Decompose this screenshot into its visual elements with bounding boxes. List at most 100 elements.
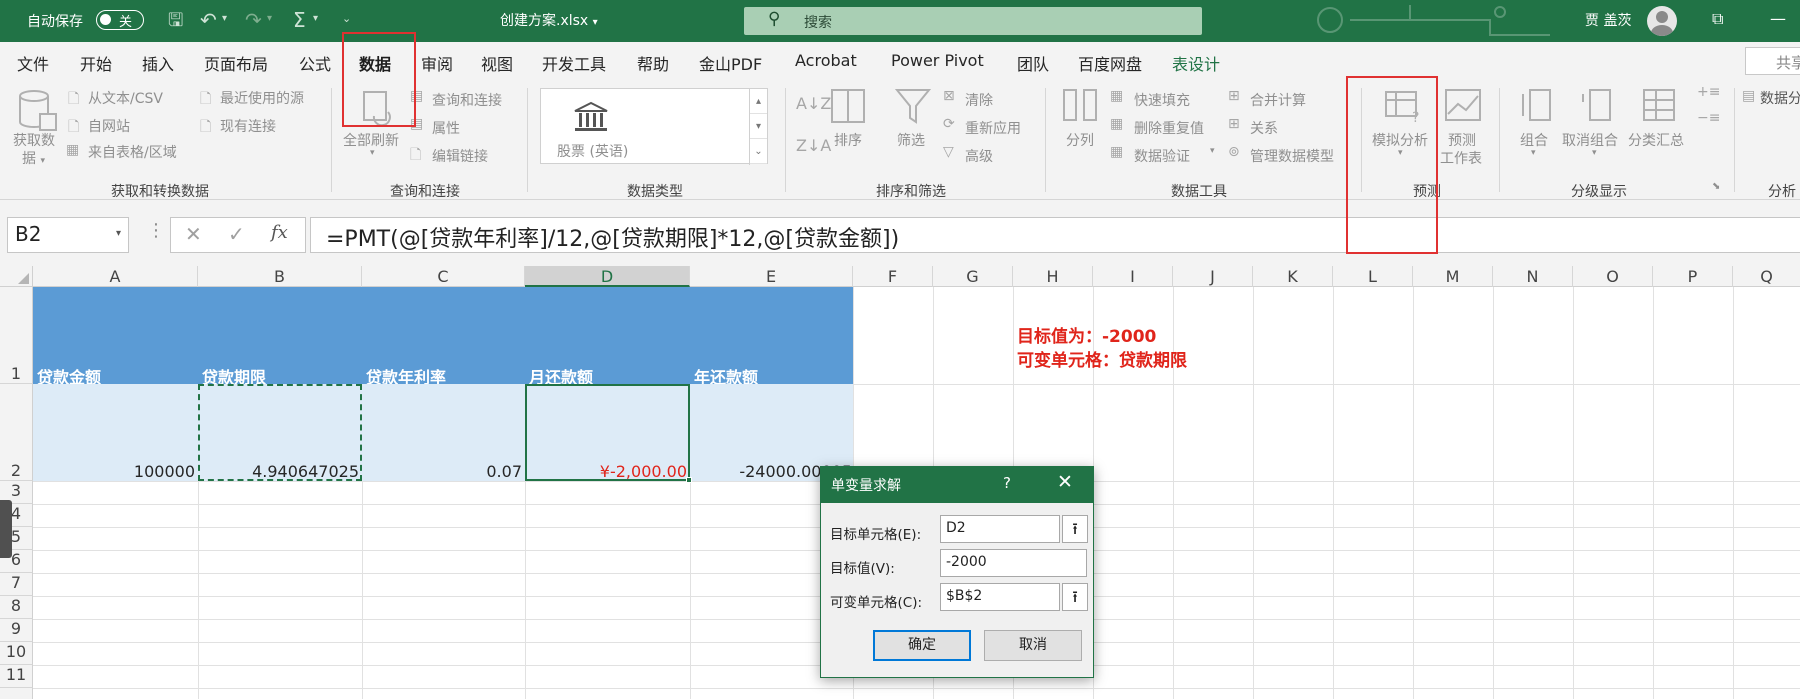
remove-duplicates-button[interactable]: 删除重复值 — [1134, 118, 1204, 138]
from-text-csv-button[interactable]: 从文本/CSV — [88, 88, 163, 108]
data-validation-button[interactable]: 数据验证 — [1134, 146, 1190, 166]
column-header-o[interactable]: O — [1573, 266, 1653, 287]
cell-c2[interactable]: 0.07 — [362, 462, 522, 481]
flash-fill-button[interactable]: 快速填充 — [1134, 90, 1190, 110]
active-cell-d2[interactable] — [525, 384, 692, 483]
forecast-sheet-label-2[interactable]: 工作表 — [1440, 148, 1482, 168]
tab-developer[interactable]: 开发工具 — [542, 51, 606, 75]
group-button[interactable]: 组合 — [1520, 130, 1548, 150]
ungroup-dropdown-icon[interactable]: ▾ — [1592, 148, 1597, 158]
row-header-7[interactable]: 7 — [0, 573, 33, 596]
cell-a2[interactable]: 100000 — [33, 462, 195, 481]
tab-home[interactable]: 开始 — [80, 51, 112, 75]
redo-dropdown-icon[interactable]: ▾ — [267, 13, 272, 24]
tab-acrobat[interactable]: Acrobat — [795, 51, 857, 70]
from-table-button[interactable]: 来自表格/区域 — [88, 142, 177, 162]
existing-connections-button[interactable]: 现有连接 — [220, 116, 276, 136]
tab-table-design[interactable]: 表设计 — [1172, 51, 1220, 75]
set-cell-picker-icon[interactable]: ⭱ — [1062, 515, 1088, 543]
save-icon[interactable]: 🖫 — [168, 8, 183, 38]
hide-detail-icon[interactable]: −≡ — [1697, 110, 1720, 126]
get-data-label[interactable]: 获取数 — [13, 130, 55, 150]
from-web-button[interactable]: 自网站 — [88, 116, 130, 136]
refresh-dropdown-icon[interactable]: ▾ — [370, 148, 375, 158]
sort-icon[interactable] — [830, 88, 866, 124]
group-icon[interactable] — [1520, 88, 1554, 124]
fill-handle[interactable] — [686, 477, 692, 483]
customize-qat-icon[interactable]: ⌄ — [342, 12, 351, 25]
tab-review[interactable]: 审阅 — [421, 51, 453, 75]
queries-connections-button[interactable]: 查询和连接 — [432, 90, 502, 110]
gallery-more-icon[interactable]: ⌄ — [750, 139, 767, 164]
autosave-toggle[interactable]: 关 — [96, 10, 144, 30]
tab-team[interactable]: 团队 — [1017, 51, 1049, 75]
column-header-c[interactable]: C — [362, 266, 525, 287]
search-box[interactable]: ⚲ 搜索 — [744, 7, 1202, 35]
clear-button[interactable]: 清除 — [965, 90, 993, 110]
column-header-g[interactable]: G — [933, 266, 1013, 287]
row-header-12[interactable] — [0, 688, 33, 699]
get-data-icon[interactable] — [18, 88, 58, 134]
data-analysis-button[interactable]: 数据分 — [1760, 88, 1800, 108]
file-name[interactable]: 创建方案.xlsx ▾ — [500, 10, 598, 30]
row-header-1[interactable]: 1 — [0, 287, 33, 384]
more-icon[interactable]: ⋮ — [147, 220, 165, 241]
what-if-analysis-icon[interactable]: ? — [1384, 88, 1424, 124]
tab-page-layout[interactable]: 页面布局 — [204, 51, 268, 75]
refresh-all-icon[interactable] — [360, 90, 394, 130]
show-detail-icon[interactable]: +≡ — [1697, 84, 1720, 100]
data-validation-dropdown-icon[interactable]: ▾ — [1210, 146, 1215, 156]
gallery-down-icon[interactable]: ▾ — [750, 114, 767, 139]
consolidate-button[interactable]: 合并计算 — [1250, 90, 1306, 110]
tab-kingsoft-pdf[interactable]: 金山PDF — [699, 51, 762, 75]
sort-za-icon[interactable]: Z↓A — [796, 136, 831, 155]
ungroup-icon[interactable] — [1580, 88, 1614, 124]
share-button[interactable]: 共享 — [1745, 47, 1800, 75]
column-header-i[interactable]: I — [1093, 266, 1173, 287]
redo-icon[interactable]: ↷ — [245, 8, 262, 32]
get-data-label-2[interactable]: 据 ▾ — [22, 148, 45, 168]
undo-dropdown-icon[interactable]: ▾ — [222, 13, 227, 24]
ribbon-display-icon[interactable]: ⧉ — [1712, 9, 1723, 29]
column-header-n[interactable]: N — [1493, 266, 1573, 287]
tab-data[interactable]: 数据 — [359, 51, 392, 83]
data-type-gallery[interactable]: 股票 (英语) ▴ ▾ ⌄ — [540, 88, 768, 165]
relationships-button[interactable]: 关系 — [1250, 118, 1278, 138]
column-header-q[interactable]: Q — [1733, 266, 1800, 287]
subtotal-icon[interactable] — [1642, 88, 1676, 124]
column-header-k[interactable]: K — [1253, 266, 1333, 287]
filter-button[interactable]: 筛选 — [897, 130, 925, 150]
column-header-m[interactable]: M — [1413, 266, 1493, 287]
name-box-dropdown-icon[interactable]: ▾ — [116, 228, 121, 239]
outline-dialog-launcher-icon[interactable]: ⬊ — [1712, 181, 1720, 192]
advanced-button[interactable]: 高级 — [965, 146, 993, 166]
formula-input[interactable]: =PMT(@[贷款年利率]/12,@[贷款期限]*12,@[贷款金额]) — [310, 217, 1800, 253]
what-if-dropdown-icon[interactable]: ▾ — [1398, 148, 1403, 158]
to-value-input[interactable]: -2000 — [940, 549, 1087, 577]
ungroup-button[interactable]: 取消组合 — [1562, 130, 1618, 150]
column-header-l[interactable]: L — [1333, 266, 1413, 287]
tab-formulas[interactable]: 公式 — [299, 51, 331, 75]
filter-icon[interactable] — [895, 88, 931, 126]
changing-cell-picker-icon[interactable]: ⭱ — [1062, 583, 1088, 611]
row-header-2[interactable]: 2 — [0, 384, 33, 481]
column-header-d[interactable]: D — [525, 266, 690, 287]
cancel-button[interactable]: 取消 — [984, 630, 1082, 661]
manage-data-model-button[interactable]: 管理数据模型 — [1250, 146, 1334, 166]
tab-power-pivot[interactable]: Power Pivot — [891, 51, 984, 70]
undo-icon[interactable]: ↶ — [200, 8, 217, 32]
gallery-scroll[interactable]: ▴ ▾ ⌄ — [749, 89, 767, 165]
sort-button[interactable]: 排序 — [834, 130, 862, 150]
what-if-analysis-button[interactable]: 模拟分析 — [1372, 130, 1428, 150]
sort-az-icon[interactable]: A↓Z — [796, 94, 831, 113]
subtotal-button[interactable]: 分类汇总 — [1628, 130, 1684, 150]
tab-file[interactable]: 文件 — [17, 51, 49, 75]
recent-sources-button[interactable]: 最近使用的源 — [220, 88, 304, 108]
autosum-dropdown-icon[interactable]: ▾ — [313, 13, 318, 24]
minimize-icon[interactable]: — — [1770, 9, 1786, 28]
ok-button[interactable]: 确定 — [873, 630, 971, 661]
column-header-f[interactable]: F — [853, 266, 933, 287]
gallery-up-icon[interactable]: ▴ — [750, 89, 767, 114]
column-header-a[interactable]: A — [33, 266, 198, 287]
select-all-corner[interactable] — [0, 266, 33, 287]
